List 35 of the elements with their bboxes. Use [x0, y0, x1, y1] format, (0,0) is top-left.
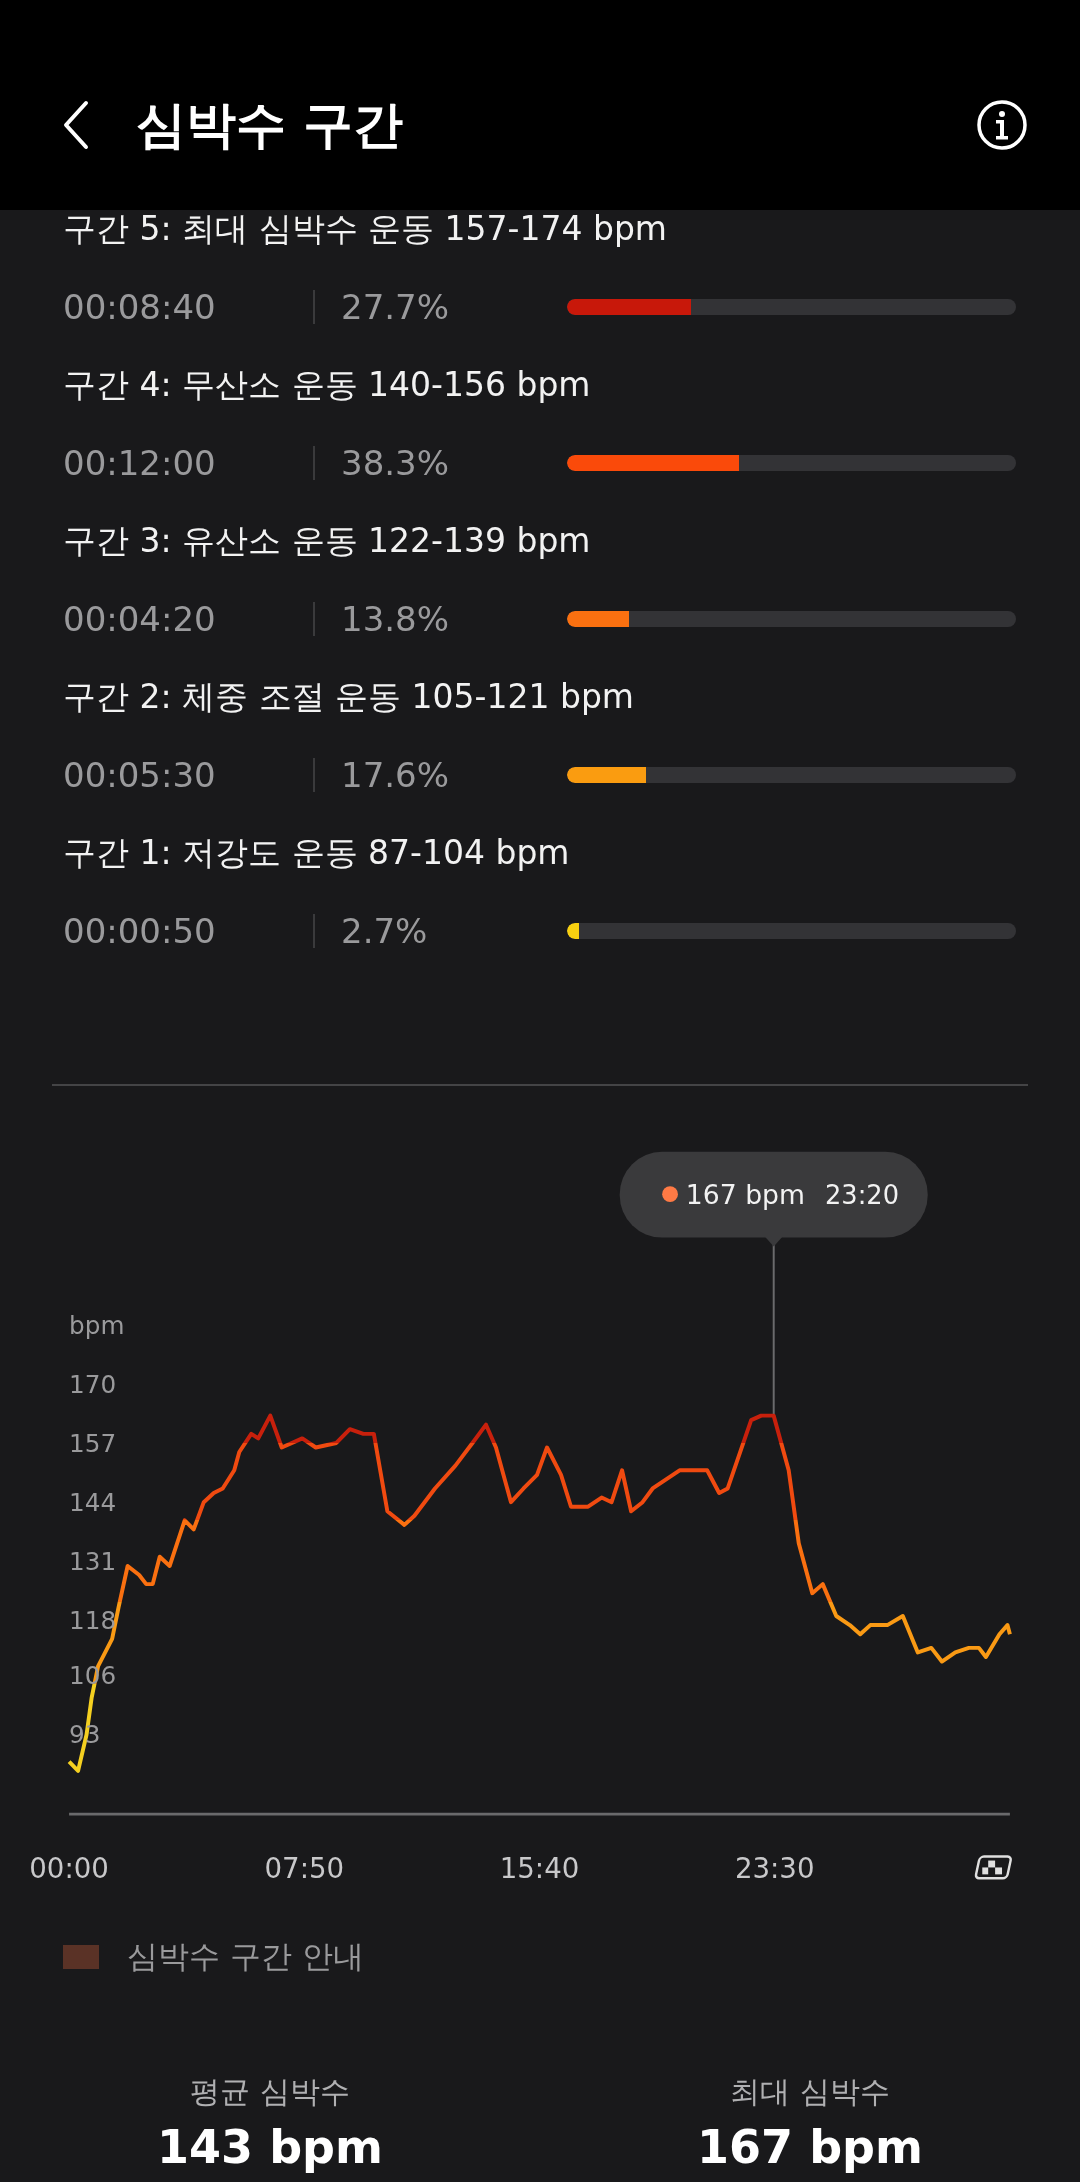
info-button[interactable]	[976, 99, 1028, 151]
zone-percent: 2.7%	[341, 911, 429, 951]
legend-label[interactable]: 심박수 구간 안내	[127, 1936, 364, 1978]
zone-duration: 00:00:50	[63, 911, 217, 951]
axis-label: 144	[69, 1488, 117, 1517]
axis-label: 170	[69, 1369, 117, 1399]
zone-percent: 13.8%	[341, 599, 450, 639]
axis-label: 00:00	[29, 1852, 109, 1886]
stat-label: 최대 심박수	[730, 2073, 890, 2111]
axis-label: 15:40	[499, 1852, 580, 1886]
zone-percent: 27.7%	[341, 287, 450, 327]
zone-title: 구간 1: 저강도 운동 87-104 bpm	[63, 834, 571, 872]
tooltip-value: 167 bpm	[685, 1179, 805, 1210]
zone-percent: 38.3%	[341, 443, 450, 483]
zone-duration: 00:12:00	[63, 443, 217, 483]
zone-duration: 00:04:20	[63, 599, 217, 639]
axis-label: 07:50	[264, 1852, 345, 1886]
finish-flag-icon	[974, 1855, 1013, 1880]
zone-percent: 17.6%	[341, 755, 450, 795]
zone-duration: 00:08:40	[63, 287, 217, 327]
stat-value: 167 bpm	[697, 2119, 923, 2176]
tooltip-time: 23:20	[825, 1180, 899, 1210]
axis-label: 157	[69, 1428, 117, 1458]
page-title: 심박수 구간	[136, 94, 405, 156]
stat-value: 143 bpm	[157, 2119, 383, 2176]
axis-label: 23:30	[734, 1852, 815, 1886]
axis-title: bpm	[69, 1311, 125, 1341]
back-button[interactable]	[62, 100, 90, 150]
zone-title: 구간 3: 유산소 운동 122-139 bpm	[63, 522, 592, 560]
zone-title: 구간 5: 최대 심박수 운동 157-174 bpm	[63, 210, 668, 248]
zone-duration: 00:05:30	[63, 755, 217, 795]
axis-label: 131	[69, 1547, 117, 1577]
zone-title: 구간 2: 체중 조절 운동 105-121 bpm	[63, 678, 635, 716]
stat-label: 평균 심박수	[190, 2073, 350, 2111]
zone-title: 구간 4: 무산소 운동 140-156 bpm	[63, 366, 592, 404]
